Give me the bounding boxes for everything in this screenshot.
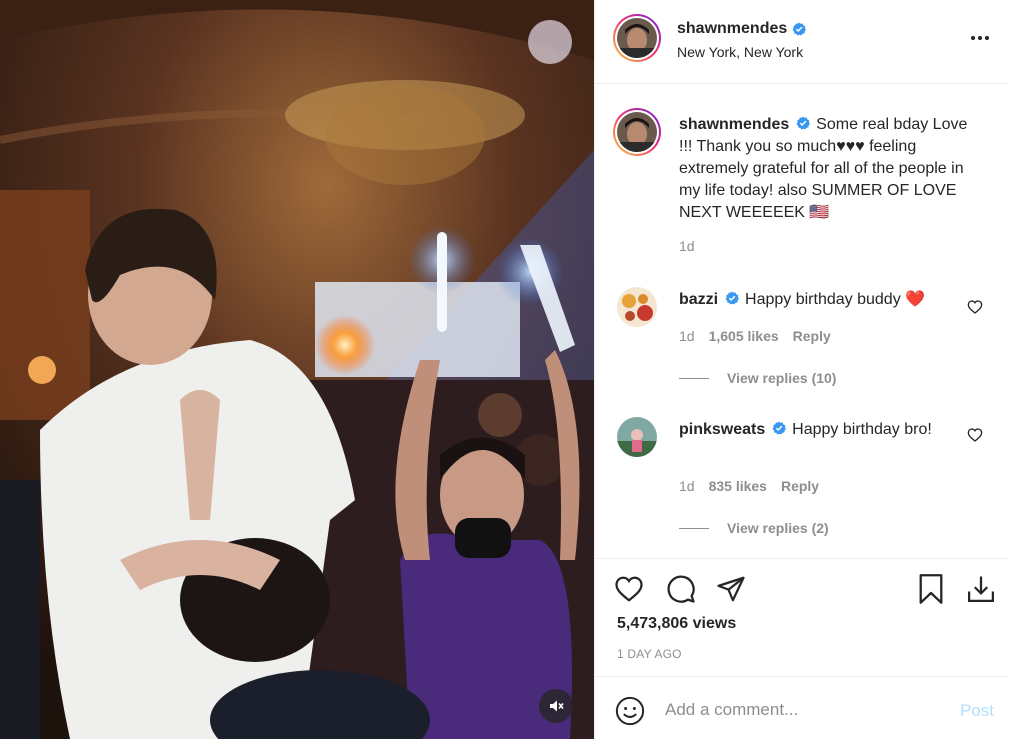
comment-text: pinksweats Happy birthday bro! — [679, 419, 954, 441]
comment-icon — [667, 575, 695, 603]
bookmark-icon — [919, 574, 943, 604]
comment-body: Happy birthday buddy — [745, 291, 901, 308]
comment-timestamp[interactable]: 1d — [679, 328, 695, 344]
more-horizontal-icon — [971, 36, 989, 40]
view-replies-label: View replies (2) — [727, 520, 829, 536]
caption-timestamp[interactable]: 1d — [679, 238, 695, 254]
more-options-button[interactable] — [968, 26, 992, 50]
comment-text: bazzi Happy birthday buddy ❤️ — [679, 289, 954, 311]
caption-text: shawnmendes Some real bday Love !!! Than… — [679, 114, 984, 224]
view-replies-button[interactable]: View replies (10) — [679, 370, 836, 386]
comment-body: Happy birthday bro! — [792, 421, 932, 438]
muted-speaker-icon — [550, 700, 564, 712]
share-button[interactable] — [715, 573, 747, 605]
post-location[interactable]: New York, New York — [677, 44, 803, 60]
smiley-icon[interactable] — [615, 696, 645, 726]
post-timestamp[interactable]: 1 DAY AGO — [617, 647, 682, 661]
post-video[interactable] — [0, 0, 594, 739]
comment-username[interactable]: pinksweats — [679, 421, 765, 438]
comment-timestamp[interactable]: 1d — [679, 478, 695, 494]
caption-avatar[interactable] — [613, 108, 661, 156]
post-header: shawnmendes New York, New York — [595, 0, 1009, 84]
download-icon — [968, 576, 994, 602]
save-button[interactable] — [915, 573, 947, 605]
comment-username[interactable]: bazzi — [679, 291, 718, 308]
comment-composer: Post — [595, 676, 1009, 739]
heart-icon[interactable] — [967, 299, 983, 315]
verified-badge-icon — [772, 421, 786, 435]
profile-photo — [617, 112, 657, 152]
like-button[interactable] — [613, 573, 645, 605]
download-button[interactable] — [965, 573, 997, 605]
avatar[interactable] — [613, 14, 661, 62]
verified-badge-icon — [792, 22, 807, 36]
username-text: shawnmendes — [677, 20, 788, 37]
verified-badge-icon — [796, 116, 810, 130]
caption-username[interactable]: shawnmendes — [679, 116, 789, 133]
reply-button[interactable]: Reply — [793, 328, 831, 344]
view-replies-label: View replies (10) — [727, 370, 837, 386]
profile-photo — [617, 417, 657, 457]
profile-photo — [617, 287, 657, 327]
comment-button[interactable] — [665, 573, 697, 605]
post-comment-button[interactable]: Post — [960, 701, 994, 721]
post-sidebar: shawnmendes New York, New York shawnmend… — [594, 0, 1009, 739]
replies-divider — [679, 527, 709, 529]
comment-avatar[interactable] — [617, 287, 657, 327]
comment-avatar[interactable] — [617, 417, 657, 457]
profile-photo — [617, 18, 657, 58]
heart-icon — [615, 576, 643, 602]
reply-button[interactable]: Reply — [781, 478, 819, 494]
verified-badge-icon — [725, 291, 739, 305]
mute-button[interactable] — [539, 689, 573, 723]
view-replies-button[interactable]: View replies (2) — [679, 520, 829, 536]
action-bar — [595, 558, 1009, 618]
heart-icon[interactable] — [967, 427, 983, 443]
comment-likes[interactable]: 835 likes — [709, 478, 767, 494]
paper-plane-icon — [717, 576, 745, 602]
comment-likes[interactable]: 1,605 likes — [709, 328, 779, 344]
view-count[interactable]: 5,473,806 views — [617, 615, 736, 633]
comment-input[interactable] — [665, 698, 935, 722]
video-frame — [0, 0, 594, 739]
comment-meta: 1d 835 likes Reply — [679, 478, 819, 494]
comment-meta: 1d 1,605 likes Reply — [679, 328, 831, 344]
post-username[interactable]: shawnmendes — [677, 20, 807, 38]
red-heart-emoji: ❤️ — [905, 291, 926, 308]
replies-divider — [679, 377, 709, 379]
